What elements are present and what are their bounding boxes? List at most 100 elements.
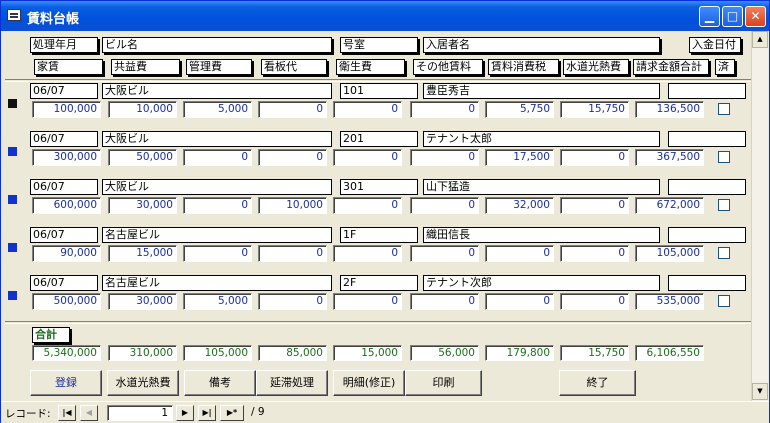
record-selector[interactable] — [8, 243, 17, 252]
sanitation-field[interactable]: 0 — [333, 149, 402, 166]
record-selector[interactable] — [8, 291, 17, 300]
tenant-field[interactable]: テナント次郎 — [423, 275, 660, 291]
exit-button[interactable]: 終了 — [559, 370, 636, 396]
done-checkbox[interactable] — [718, 295, 730, 307]
other-field[interactable]: 0 — [410, 149, 479, 166]
billing-field[interactable]: 535,000 — [635, 293, 704, 310]
utility-field[interactable]: 0 — [560, 149, 629, 166]
other-field[interactable]: 0 — [410, 197, 479, 214]
scroll-down-icon[interactable]: ▼ — [752, 383, 768, 400]
common-field[interactable]: 30,000 — [108, 293, 177, 310]
signboard-field[interactable]: 0 — [258, 245, 327, 262]
paid-date-field[interactable] — [668, 227, 746, 243]
tenant-field[interactable]: 山下猛造 — [423, 179, 660, 195]
prev-record-icon[interactable]: ◀ — [80, 405, 98, 421]
tenant-field[interactable]: 豊臣秀吉 — [423, 83, 660, 99]
print-button[interactable]: 印刷 — [405, 370, 482, 396]
billing-field[interactable]: 367,500 — [635, 149, 704, 166]
other-field[interactable]: 0 — [410, 101, 479, 118]
record-selector[interactable] — [8, 99, 17, 108]
rent-field[interactable]: 300,000 — [32, 149, 101, 166]
signboard-field[interactable]: 10,000 — [258, 197, 327, 214]
room-field[interactable]: 201 — [340, 131, 418, 147]
period-field[interactable]: 06/07 — [30, 179, 98, 195]
rent-field[interactable]: 100,000 — [32, 101, 101, 118]
done-checkbox[interactable] — [718, 151, 730, 163]
paid-date-field[interactable] — [668, 275, 746, 291]
tax-field[interactable]: 5,750 — [485, 101, 554, 118]
next-record-icon[interactable]: ▶ — [176, 405, 194, 421]
scroll-up-icon[interactable]: ▲ — [752, 31, 768, 48]
done-checkbox[interactable] — [718, 247, 730, 259]
period-field[interactable]: 06/07 — [30, 227, 98, 243]
building-field[interactable]: 大阪ビル — [102, 131, 332, 147]
utility-button[interactable]: 水道光熱費 — [107, 370, 179, 396]
first-record-icon[interactable]: |◀ — [58, 405, 76, 421]
last-record-icon[interactable]: ▶| — [198, 405, 216, 421]
vertical-scrollbar[interactable]: ▲ ▼ — [751, 31, 768, 401]
period-field[interactable]: 06/07 — [30, 275, 98, 291]
other-field[interactable]: 0 — [410, 245, 479, 262]
title-bar[interactable]: 賃料台帳 ▁ □ ✕ — [1, 1, 769, 31]
common-field[interactable]: 30,000 — [108, 197, 177, 214]
room-field[interactable]: 2F — [340, 275, 418, 291]
maximize-button[interactable]: □ — [722, 6, 743, 27]
close-button[interactable]: ✕ — [745, 6, 766, 27]
record-selector[interactable] — [8, 195, 17, 204]
paid-date-field[interactable] — [668, 131, 746, 147]
sanitation-field[interactable]: 0 — [333, 101, 402, 118]
common-field[interactable]: 10,000 — [108, 101, 177, 118]
sanitation-field[interactable]: 0 — [333, 197, 402, 214]
tax-field[interactable]: 32,000 — [485, 197, 554, 214]
building-field[interactable]: 名古屋ビル — [102, 275, 332, 291]
utility-field[interactable]: 0 — [560, 293, 629, 310]
sanitation-field[interactable]: 0 — [333, 245, 402, 262]
billing-field[interactable]: 136,500 — [635, 101, 704, 118]
tax-field[interactable]: 17,500 — [485, 149, 554, 166]
record-selector[interactable] — [8, 147, 17, 156]
building-field[interactable]: 名古屋ビル — [102, 227, 332, 243]
utility-field[interactable]: 0 — [560, 245, 629, 262]
management-field[interactable]: 0 — [183, 197, 252, 214]
minimize-button[interactable]: ▁ — [699, 6, 720, 27]
signboard-field[interactable]: 0 — [258, 101, 327, 118]
period-field[interactable]: 06/07 — [30, 83, 98, 99]
common-field[interactable]: 50,000 — [108, 149, 177, 166]
register-button[interactable]: 登録 — [30, 370, 102, 396]
rent-field[interactable]: 500,000 — [32, 293, 101, 310]
room-field[interactable]: 101 — [340, 83, 418, 99]
done-checkbox[interactable] — [718, 103, 730, 115]
billing-field[interactable]: 672,000 — [635, 197, 704, 214]
late-processing-button[interactable]: 延滞処理 — [256, 370, 328, 396]
rent-field[interactable]: 600,000 — [32, 197, 101, 214]
tenant-field[interactable]: テナント太郎 — [423, 131, 660, 147]
management-field[interactable]: 0 — [183, 245, 252, 262]
rent-field[interactable]: 90,000 — [32, 245, 101, 262]
new-record-icon[interactable]: ▶* — [220, 405, 244, 421]
signboard-field[interactable]: 0 — [258, 149, 327, 166]
tenant-field[interactable]: 織田信長 — [423, 227, 660, 243]
tax-field[interactable]: 0 — [485, 293, 554, 310]
signboard-field[interactable]: 0 — [258, 293, 327, 310]
building-field[interactable]: 大阪ビル — [102, 83, 332, 99]
notes-button[interactable]: 備考 — [184, 370, 256, 396]
done-checkbox[interactable] — [718, 199, 730, 211]
management-field[interactable]: 0 — [183, 149, 252, 166]
common-field[interactable]: 15,000 — [108, 245, 177, 262]
management-field[interactable]: 5,000 — [183, 101, 252, 118]
paid-date-field[interactable] — [668, 83, 746, 99]
current-record-input[interactable]: 1 — [107, 405, 173, 421]
form-icon[interactable] — [7, 9, 21, 21]
other-field[interactable]: 0 — [410, 293, 479, 310]
billing-field[interactable]: 105,000 — [635, 245, 704, 262]
room-field[interactable]: 301 — [340, 179, 418, 195]
tax-field[interactable]: 0 — [485, 245, 554, 262]
detail-edit-button[interactable]: 明細(修正) — [333, 370, 405, 396]
utility-field[interactable]: 15,750 — [560, 101, 629, 118]
utility-field[interactable]: 0 — [560, 197, 629, 214]
paid-date-field[interactable] — [668, 179, 746, 195]
period-field[interactable]: 06/07 — [30, 131, 98, 147]
sanitation-field[interactable]: 0 — [333, 293, 402, 310]
building-field[interactable]: 大阪ビル — [102, 179, 332, 195]
management-field[interactable]: 5,000 — [183, 293, 252, 310]
